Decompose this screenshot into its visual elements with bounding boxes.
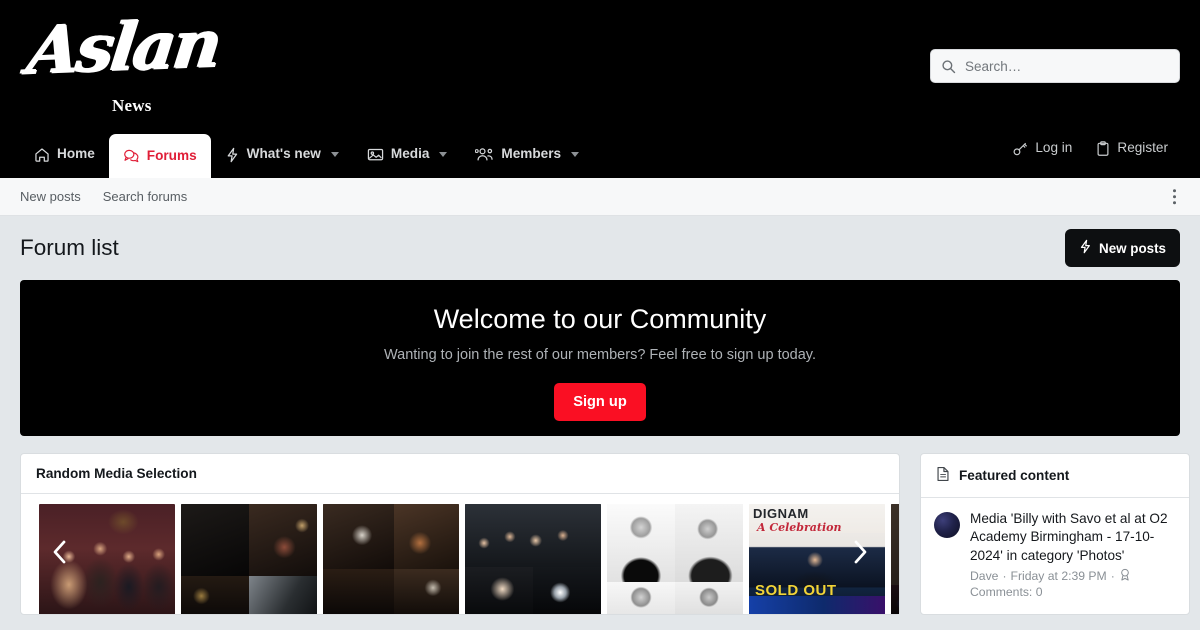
page-title: Forum list: [20, 235, 119, 260]
thumbnail-art: [749, 595, 885, 614]
nav-item-members[interactable]: Members: [461, 131, 593, 178]
nav-item-media-label: Media: [390, 146, 430, 162]
featured-item-date: Friday at 2:39 PM: [1010, 569, 1107, 584]
nav-item-forums[interactable]: Forums: [108, 134, 211, 178]
thumbnail-art: [393, 504, 459, 569]
nav-item-forums-label: Forums: [146, 147, 197, 163]
key-icon: [1012, 141, 1028, 157]
meta-separator: ·: [1110, 569, 1115, 584]
site-logo[interactable]: Aslan News: [20, 4, 223, 118]
media-thumbnail[interactable]: [465, 504, 601, 614]
dot: [1172, 200, 1176, 205]
thumbnail-art: [465, 566, 533, 614]
welcome-banner: Welcome to our Community Wanting to join…: [20, 280, 1180, 436]
nav-item-whats-new[interactable]: What's new: [211, 131, 353, 178]
dot: [1172, 194, 1176, 199]
thumbnail-art: [891, 584, 899, 614]
register-button[interactable]: Register: [1084, 140, 1180, 157]
nav-item-home-label: Home: [57, 146, 95, 162]
search-icon: [941, 59, 956, 74]
featured-item-author[interactable]: Dave: [970, 569, 998, 583]
thumbnail-art: [607, 504, 675, 583]
subnav-item-search-forums[interactable]: Search forums: [103, 189, 188, 204]
thumbnail-art: [891, 504, 899, 585]
featured-item[interactable]: Media 'Billy with Savo et al at O2 Acade…: [921, 498, 1189, 609]
poster-subtitle-celebration: A Celebration: [757, 521, 842, 534]
media-carousel[interactable]: DIGNAM A Celebration SOLD OUT: [21, 494, 899, 614]
site-masthead: Aslan News: [0, 0, 1200, 131]
thumbnail-art: [393, 568, 459, 614]
poster-title-dignam: DIGNAM: [753, 506, 809, 521]
carousel-next-button[interactable]: [843, 537, 877, 571]
featured-item-title[interactable]: Media 'Billy with Savo et al at O2 Acade…: [970, 510, 1176, 565]
login-button[interactable]: Log in: [1000, 141, 1084, 157]
search-box[interactable]: [930, 49, 1180, 83]
welcome-subheading: Wanting to join the rest of our members?…: [384, 346, 816, 363]
carousel-prev-button[interactable]: [43, 537, 77, 571]
bolt-icon: [225, 147, 240, 163]
sign-up-button[interactable]: Sign up: [554, 382, 646, 421]
featured-content-header: Featured content: [921, 454, 1189, 498]
chevron-right-icon: [850, 539, 870, 570]
chevron-down-icon[interactable]: [439, 152, 448, 157]
thumbnail-art: [249, 575, 317, 614]
document-icon: [936, 466, 950, 485]
login-label: Log in: [1035, 140, 1073, 156]
chevron-down-icon[interactable]: [330, 152, 339, 157]
random-media-title: Random Media Selection: [36, 466, 197, 481]
award-icon: [1119, 568, 1131, 584]
meta-separator: ·: [1002, 569, 1007, 584]
dot: [1172, 188, 1176, 193]
featured-item-comments: Comments: 0: [970, 585, 1043, 600]
nav-item-whats-new-label: What's new: [246, 146, 321, 162]
bolt-icon: [1079, 239, 1092, 257]
image-icon: [367, 147, 384, 162]
thumbnail-art: [323, 504, 394, 569]
thumbnail-art: [607, 582, 675, 614]
nav-item-media[interactable]: Media: [353, 131, 462, 178]
thumbnail-art: [249, 504, 317, 576]
thumbnail-art: [181, 504, 249, 576]
media-carousel-track: DIGNAM A Celebration SOLD OUT: [21, 504, 899, 614]
home-icon: [34, 147, 50, 163]
logo-subtitle: News: [112, 96, 152, 115]
thumbnail-art: [181, 575, 249, 614]
nav-item-members-label: Members: [501, 146, 562, 162]
new-posts-button-label: New posts: [1099, 240, 1166, 256]
primary-nav: Home Forums What's new Media Members Log…: [0, 131, 1200, 178]
clipboard-icon: [1096, 140, 1110, 157]
random-media-header: Random Media Selection: [21, 454, 899, 494]
chevron-down-icon[interactable]: [571, 152, 580, 157]
media-thumbnail[interactable]: [181, 504, 317, 614]
media-thumbnail[interactable]: [891, 504, 899, 614]
welcome-heading: Welcome to our Community: [433, 304, 767, 334]
ellipsis-vertical-icon[interactable]: [1169, 185, 1181, 209]
media-thumbnail[interactable]: [323, 504, 459, 614]
random-media-card: Random Media Selection DIGNAM A Celebrat…: [20, 453, 900, 615]
chevron-left-icon: [50, 539, 70, 570]
thumbnail-art: [675, 582, 743, 614]
logo-wordmark: Aslan: [22, 4, 223, 90]
nav-item-home[interactable]: Home: [20, 131, 109, 178]
secondary-nav: New posts Search forums: [0, 178, 1200, 216]
thumbnail-art: [323, 568, 394, 614]
page-header: Forum list New posts: [0, 216, 1200, 280]
avatar[interactable]: [934, 512, 960, 538]
featured-item-meta: Dave · Friday at 2:39 PM ·: [970, 568, 1176, 584]
thumbnail-art: [675, 504, 743, 583]
thumbnail-art: [465, 504, 601, 567]
thumbnail-art: [533, 566, 601, 614]
comments-icon: [123, 148, 140, 164]
subnav-item-new-posts[interactable]: New posts: [20, 189, 81, 204]
users-icon: [475, 147, 494, 162]
new-posts-button[interactable]: New posts: [1065, 229, 1180, 267]
featured-content-card: Featured content Media 'Billy with Savo …: [920, 453, 1190, 615]
lower-content: Random Media Selection DIGNAM A Celebrat…: [0, 436, 1200, 615]
search-input[interactable]: [965, 58, 1169, 74]
media-thumbnail[interactable]: [607, 504, 743, 614]
register-label: Register: [1117, 140, 1168, 156]
featured-content-title: Featured content: [959, 468, 1070, 483]
